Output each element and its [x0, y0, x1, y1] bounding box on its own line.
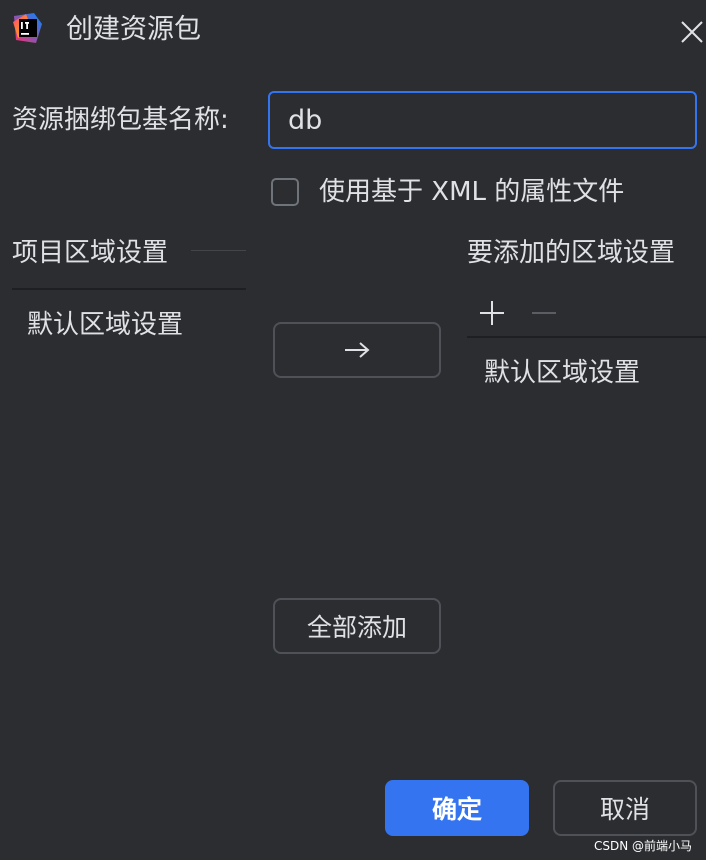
ok-button[interactable]: 确定	[385, 780, 529, 836]
title-separator	[191, 250, 246, 251]
left-list-divider	[12, 288, 246, 290]
intellij-idea-icon	[13, 13, 42, 43]
locales-to-add-title: 要添加的区域设置	[467, 238, 676, 268]
move-right-button[interactable]	[273, 322, 441, 378]
project-locale-item[interactable]: 默认区域设置	[27, 307, 183, 343]
base-name-input[interactable]	[268, 91, 697, 149]
arrow-right-icon	[345, 342, 370, 358]
dialog-title: 创建资源包	[66, 14, 201, 45]
use-xml-checkbox[interactable]: 使用基于 XML 的属性文件	[271, 174, 624, 210]
project-locales-title: 项目区域设置	[12, 238, 169, 268]
minus-icon[interactable]	[529, 298, 559, 328]
cancel-button[interactable]: 取消	[553, 780, 697, 836]
create-resource-bundle-dialog: 创建资源包 资源捆绑包基名称: 使用基于 XML 的属性文件 项目区域设置 默认…	[0, 0, 706, 860]
base-name-label: 资源捆绑包基名称:	[12, 105, 229, 135]
locale-to-add-item[interactable]: 默认区域设置	[484, 355, 640, 391]
plus-icon[interactable]	[477, 298, 507, 328]
csdn-watermark: CSDN @前端小马	[594, 839, 693, 853]
close-icon[interactable]	[678, 18, 706, 46]
checkbox-box[interactable]	[271, 178, 299, 206]
add-all-button[interactable]: 全部添加	[273, 598, 441, 654]
right-list-divider	[467, 336, 706, 338]
use-xml-checkbox-label: 使用基于 XML 的属性文件	[319, 177, 625, 207]
